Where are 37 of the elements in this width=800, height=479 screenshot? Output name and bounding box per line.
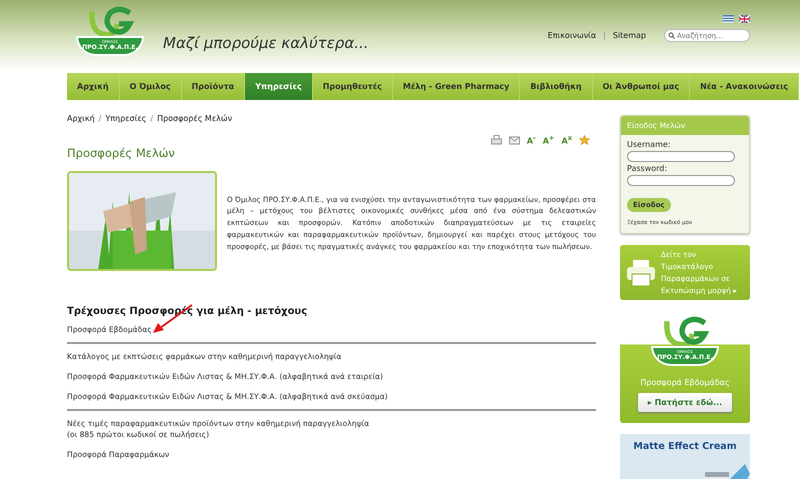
- font-size-button[interactable]: A$^{-}$: [526, 134, 536, 146]
- nav-tab[interactable]: Οι Άνθρωποί μας: [592, 73, 690, 100]
- nav-tab[interactable]: Αρχική: [67, 73, 120, 100]
- greek-flag-icon[interactable]: [723, 15, 734, 23]
- ad-title: Matte Effect Cream: [632, 440, 738, 452]
- breadcrumb-link[interactable]: Υπηρεσίες: [105, 114, 146, 123]
- banner-title: Προσφορά Εβδομάδας: [640, 378, 730, 387]
- page-title: Προσφορές Μελών: [67, 146, 176, 160]
- breadcrumb-link[interactable]: Προσφορές Μελών: [157, 114, 232, 123]
- star-icon[interactable]: [579, 135, 590, 145]
- printer-icon: [626, 258, 656, 286]
- input-field[interactable]: [627, 151, 735, 162]
- nav-tab[interactable]: Υπηρεσίες: [245, 73, 313, 100]
- input-field[interactable]: [627, 175, 735, 186]
- email-icon[interactable]: [508, 135, 520, 145]
- print-icon[interactable]: [490, 135, 502, 145]
- link-separator: |: [602, 31, 607, 40]
- nav-tab[interactable]: Βιβλιοθήκη: [520, 73, 593, 100]
- font-size-button[interactable]: A$^{+}$: [542, 134, 554, 146]
- cream-ad-banner[interactable]: Matte Effect Cream: [620, 434, 750, 479]
- field-label: Username:: [627, 140, 672, 149]
- field-label: Password:: [627, 164, 668, 173]
- tagline: Μαζί μπορούμε καλύτερα...: [163, 34, 370, 52]
- breadcrumb-link[interactable]: Αρχική: [67, 114, 95, 123]
- nav-tab[interactable]: Προϊόντα: [182, 73, 246, 100]
- nav-tab[interactable]: Ο Όμιλος: [120, 73, 182, 100]
- british-flag-icon[interactable]: [739, 15, 750, 23]
- breadcrumb-separator: /: [98, 114, 102, 123]
- click-here-button[interactable]: ▸ Πατήστε εδώ...: [638, 393, 732, 412]
- breadcrumb-separator: /: [149, 114, 154, 123]
- nav-tab[interactable]: Μέλη - Green Pharmacy: [392, 73, 520, 100]
- header-link[interactable]: Sitemap: [612, 31, 646, 40]
- font-size-button[interactable]: A$^{x}$: [562, 134, 572, 146]
- nav-tab[interactable]: Προμηθευτές: [312, 73, 393, 100]
- nav-tab[interactable]: Νέα - Ανακοινώσεις: [690, 73, 800, 100]
- search-icon: [668, 32, 675, 39]
- header-link[interactable]: Επικοινωνία: [548, 31, 596, 40]
